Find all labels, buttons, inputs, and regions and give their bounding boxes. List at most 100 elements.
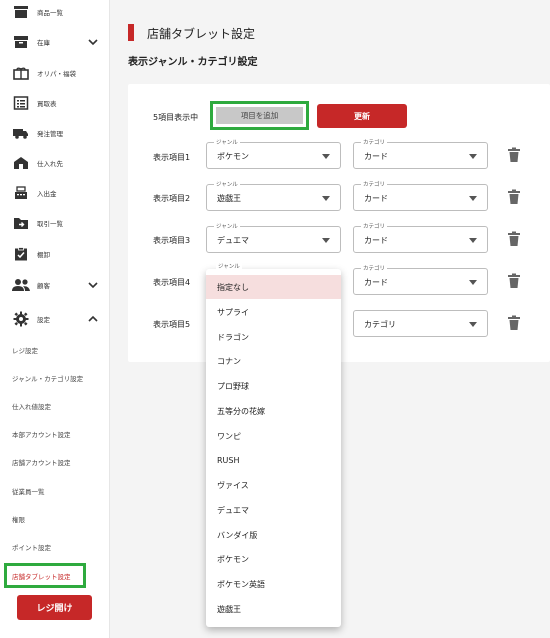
genre-dropdown-menu: ジャンル 指定なし サプライ ドラゴン コナン プロ野球 五等分の花嫁 ワンピ … — [206, 262, 341, 627]
dropdown-option[interactable]: ヴァイス — [206, 473, 341, 497]
active-item-highlight — [4, 563, 86, 588]
trash-icon[interactable] — [507, 231, 521, 247]
gear-icon — [12, 311, 30, 327]
category-select[interactable]: カテゴリ カード — [353, 180, 488, 211]
register-open-button[interactable]: レジ開け — [17, 595, 92, 620]
dropdown-arrow-icon — [469, 322, 477, 327]
dropdown-arrow-icon — [322, 154, 330, 159]
genre-select[interactable]: ジャンル 遊戯王 — [206, 180, 341, 211]
sidebar-item-settings[interactable]: 設定 — [0, 307, 110, 331]
sidebar-item-purchase-table[interactable]: 買取表 — [0, 91, 110, 115]
sidebar-item-suppliers[interactable]: 仕入れ先 — [0, 151, 110, 175]
sidebar-subitem-hq-accounts[interactable]: 本部アカウント設定 — [12, 429, 71, 439]
genre-select[interactable]: ジャンル デュエマ — [206, 222, 341, 253]
dropdown-arrow-icon — [322, 196, 330, 201]
sidebar-subitem-staff-list[interactable]: 従業員一覧 — [12, 486, 45, 496]
dropdown-option[interactable]: バンダイ版 — [206, 523, 341, 547]
field-value: カテゴリ — [364, 320, 396, 329]
dropdown-option[interactable]: ドラゴン — [206, 325, 341, 349]
dropdown-option[interactable]: ポケモン — [206, 547, 341, 571]
sidebar-item-inventory[interactable]: 在庫 — [0, 30, 110, 54]
folder-arrow-icon — [12, 215, 30, 231]
clipboard-check-icon — [12, 246, 30, 262]
row-label: 表示項目3 — [153, 236, 191, 245]
sidebar-item-orders[interactable]: 発注管理 — [0, 121, 110, 145]
field-value: カード — [364, 278, 388, 287]
dropdown-arrow-icon — [469, 154, 477, 159]
inventory-icon — [12, 34, 30, 50]
category-select[interactable]: カテゴリ カード — [353, 222, 488, 253]
sidebar-item-label: オリパ・福袋 — [37, 70, 76, 78]
page-title: 店舗タブレット設定 — [147, 27, 256, 41]
purchase-table-icon — [12, 95, 30, 111]
trash-icon[interactable] — [507, 189, 521, 205]
dropdown-option[interactable]: 五等分の花嫁 — [206, 399, 341, 423]
dropdown-option[interactable]: ワンピ — [206, 424, 341, 448]
dropdown-option[interactable]: RUSH — [206, 448, 341, 472]
add-button-highlight: 項目を追加 — [210, 101, 309, 130]
sidebar-item-label: 仕入れ先 — [37, 160, 63, 168]
field-legend: カテゴリ — [361, 222, 388, 230]
sidebar-item-cash[interactable]: 入出金 — [0, 181, 110, 205]
row-label: 表示項目4 — [153, 278, 191, 287]
sidebar-item-label: 顧客 — [37, 282, 50, 290]
row-label: 表示項目1 — [153, 153, 191, 162]
gift-bag-icon — [12, 65, 30, 81]
chevron-down-icon[interactable] — [88, 37, 98, 47]
sidebar-subitem-store-accounts[interactable]: 店舗アカウント設定 — [12, 457, 71, 467]
category-select[interactable]: カテゴリ カード — [353, 138, 488, 169]
category-select[interactable]: カテゴリ — [353, 310, 488, 337]
field-legend: カテゴリ — [361, 180, 388, 188]
field-value: ポケモン — [217, 152, 249, 161]
sidebar-item-stocktake[interactable]: 棚卸 — [0, 242, 110, 266]
sidebar-item-label: 在庫 — [37, 39, 50, 47]
chevron-down-icon[interactable] — [88, 280, 98, 290]
sidebar-subitem-points[interactable]: ポイント設定 — [12, 542, 51, 552]
field-value: デュエマ — [217, 236, 249, 245]
sidebar-item-label: 買取表 — [37, 100, 57, 108]
trash-icon[interactable] — [507, 147, 521, 163]
dropdown-option[interactable]: サプライ — [206, 300, 341, 324]
dropdown-option[interactable]: デュエマ — [206, 498, 341, 522]
dropdown-option[interactable]: 遊戯王 — [206, 597, 341, 621]
sidebar-item-oripa[interactable]: オリパ・福袋 — [0, 61, 110, 85]
dropdown-arrow-icon — [469, 280, 477, 285]
sidebar-item-label: 棚卸 — [37, 251, 50, 259]
field-legend: ジャンル — [214, 138, 240, 146]
chevron-up-icon[interactable] — [88, 314, 98, 324]
sidebar-item-customers[interactable]: 顧客 — [0, 273, 110, 297]
category-select[interactable]: カテゴリ カード — [353, 264, 488, 295]
genre-select[interactable]: ジャンル ポケモン — [206, 138, 341, 169]
dropdown-arrow-icon — [469, 196, 477, 201]
row-label: 表示項目5 — [153, 320, 191, 329]
dropdown-option[interactable]: プロ野球 — [206, 374, 341, 398]
trash-icon[interactable] — [507, 315, 521, 331]
sidebar-item-transactions[interactable]: 取引一覧 — [0, 211, 110, 235]
sidebar-item-label: 設定 — [37, 316, 50, 324]
row-label: 表示項目2 — [153, 194, 191, 203]
dropdown-option[interactable]: コナン — [206, 349, 341, 373]
sidebar-item-label: 入出金 — [37, 190, 57, 198]
field-value: カード — [364, 152, 388, 161]
update-button[interactable]: 更新 — [317, 104, 407, 128]
sidebar-subitem-purchase-price[interactable]: 仕入れ値設定 — [12, 401, 51, 411]
dropdown-option[interactable]: ポケモン英語 — [206, 572, 341, 596]
field-value: カード — [364, 236, 388, 245]
sidebar-subitem-register-settings[interactable]: レジ設定 — [12, 345, 38, 355]
title-accent-bar — [128, 24, 134, 41]
field-legend: カテゴリ — [361, 264, 388, 272]
field-legend: カテゴリ — [361, 138, 388, 146]
sidebar-item-products[interactable]: 商品一覧 — [0, 0, 110, 24]
item-count-label: 5項目表示中 — [153, 113, 199, 122]
trash-icon[interactable] — [507, 273, 521, 289]
truck-icon — [12, 125, 30, 141]
sidebar-subitem-genre-category[interactable]: ジャンル・カテゴリ設定 — [12, 373, 83, 383]
sidebar: 商品一覧 在庫 オリパ・福袋 買取表 発注管理 仕入れ先 入出金 取引一覧 棚卸… — [0, 0, 110, 638]
sidebar-item-label: 発注管理 — [37, 130, 63, 138]
section-title: 表示ジャンル・カテゴリ設定 — [128, 57, 258, 68]
product-list-icon — [12, 4, 30, 20]
sidebar-item-label: 取引一覧 — [37, 220, 63, 228]
dropdown-option[interactable]: 指定なし — [206, 275, 341, 299]
sidebar-subitem-permissions[interactable]: 権限 — [12, 514, 25, 524]
add-item-button[interactable]: 項目を追加 — [216, 107, 303, 124]
